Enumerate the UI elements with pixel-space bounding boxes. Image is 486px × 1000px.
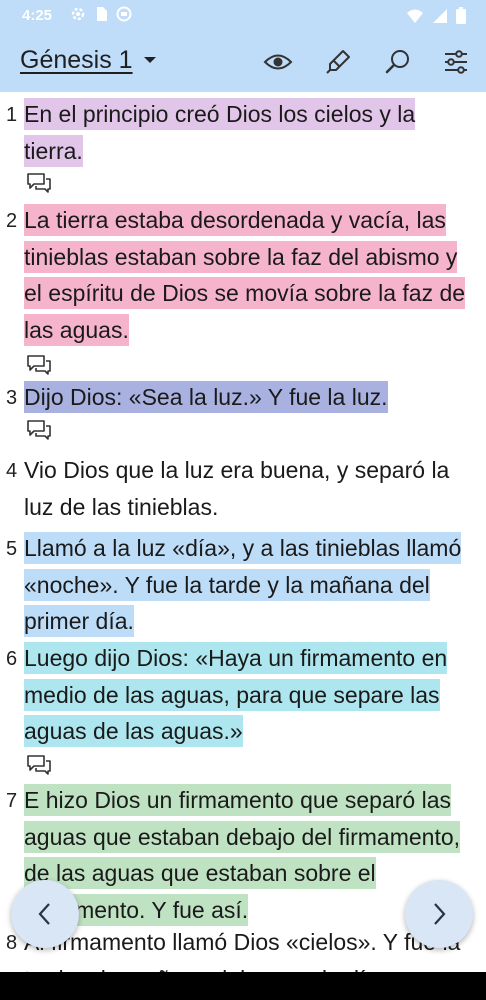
- next-chapter-button[interactable]: [405, 880, 473, 948]
- verse-text: Al firmamento llamó Dios «cielos». Y fue…: [24, 929, 460, 972]
- verse-number: 7: [6, 790, 18, 812]
- verse-text: Dijo Dios: «Sea la luz.» Y fue la luz.: [24, 381, 388, 413]
- settings-gear-icon: [71, 7, 85, 21]
- verse-text: Vio Dios que la luz era buena, y separó …: [24, 457, 450, 520]
- verse-text: Llamó a la luz «día», y a las tinieblas …: [24, 532, 462, 637]
- verse-number: 3: [6, 387, 18, 409]
- wifi-icon: [407, 9, 423, 23]
- previous-chapter-button[interactable]: [11, 880, 79, 948]
- verse-text: Luego dijo Dios: «Haya un firmamento en …: [24, 642, 448, 747]
- verse-number: 2: [6, 210, 18, 232]
- system-navigation-bar: [0, 972, 486, 1000]
- tune-sliders-icon[interactable]: [440, 46, 472, 78]
- verse-number: 4: [6, 460, 18, 482]
- highlighter-pen-icon[interactable]: [322, 46, 354, 78]
- verse-text: En el principio creó Dios los cielos y l…: [24, 98, 416, 167]
- verse-text: La tierra estaba desordenada y vacía, la…: [24, 204, 466, 346]
- note-comments-icon[interactable]: [26, 172, 52, 194]
- battery-icon: [456, 7, 466, 24]
- chevron-right-icon: [434, 903, 446, 925]
- verse-number: 1: [6, 104, 18, 126]
- chapter-title[interactable]: Génesis 1: [20, 46, 133, 75]
- note-comments-icon[interactable]: [26, 354, 52, 376]
- verse-text: E hizo Dios un firmamento que separó las…: [24, 784, 461, 926]
- status-time: 4:25: [22, 7, 53, 24]
- search-icon[interactable]: [382, 46, 414, 78]
- app-bar: Génesis 1: [0, 32, 486, 92]
- notification-circle-icon: [116, 6, 132, 22]
- chapter-content[interactable]: 1 En el principio creó Dios los cielos y…: [0, 92, 486, 972]
- verse-number: 8: [6, 932, 18, 954]
- verse-number: 5: [6, 538, 18, 560]
- note-comments-icon[interactable]: [26, 754, 52, 776]
- eye-icon[interactable]: [262, 46, 294, 78]
- sim-card-icon: [97, 7, 107, 21]
- note-comments-icon[interactable]: [26, 419, 52, 441]
- caret-down-icon[interactable]: [143, 56, 157, 64]
- cellular-signal-icon: [433, 8, 447, 23]
- chevron-left-icon: [38, 903, 50, 925]
- status-bar: 4:25: [0, 0, 486, 32]
- verse-number: 6: [6, 648, 18, 670]
